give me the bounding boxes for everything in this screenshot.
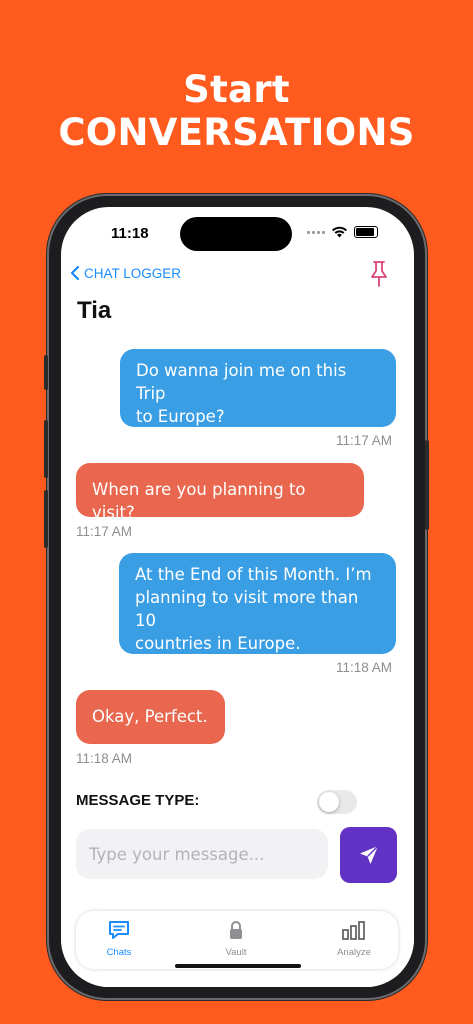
- lock-icon: [230, 921, 242, 939]
- message-timestamp: 11:17 AM: [336, 433, 393, 448]
- status-icons: [307, 226, 378, 238]
- tab-chats[interactable]: Chats: [84, 919, 154, 958]
- cellular-signal-icon: [307, 230, 325, 234]
- message-type-label: MESSAGE TYPE:: [76, 792, 200, 809]
- message-bubble-incoming[interactable]: When are you planning to visit?: [76, 463, 364, 522]
- send-icon: [359, 845, 378, 864]
- battery-icon: [354, 226, 378, 238]
- send-button[interactable]: [340, 827, 397, 883]
- message-line: Do wanna join me on this Trip: [136, 361, 347, 403]
- tab-analyze[interactable]: Analyze: [319, 919, 389, 958]
- volume-up-button: [44, 420, 48, 478]
- message-line: At the End of this Month. I’m: [135, 565, 372, 584]
- message-line: to Europe?: [136, 407, 225, 426]
- toggle-knob: [319, 792, 339, 812]
- pin-button[interactable]: [366, 259, 392, 289]
- tab-label: Analyze: [337, 947, 371, 958]
- tab-label: Chats: [106, 947, 132, 958]
- status-bar: 11:18: [61, 207, 414, 261]
- chevron-left-icon: [70, 265, 80, 281]
- message-line: When are you planning to visit?: [92, 480, 306, 522]
- tab-bar: Chats Vault Analyze: [76, 911, 398, 969]
- message-bubble-outgoing[interactable]: Do wanna join me on this Trip to Europe?: [120, 349, 396, 427]
- message-type-toggle[interactable]: [317, 790, 357, 814]
- dynamic-island: [180, 217, 292, 251]
- tab-vault[interactable]: Vault: [201, 919, 271, 958]
- message-timestamp: 11:18 AM: [336, 660, 393, 675]
- back-button[interactable]: CHAT LOGGER: [70, 265, 181, 281]
- message-bubble-incoming[interactable]: Okay, Perfect.: [76, 690, 225, 744]
- pin-icon: [371, 261, 387, 287]
- home-indicator: [175, 964, 301, 968]
- message-line: countries in Europe.: [135, 634, 301, 653]
- chat-title: Tia: [77, 297, 112, 324]
- message-bubble-outgoing[interactable]: At the End of this Month. I’m planning t…: [119, 553, 396, 654]
- chat-bubble-icon: [109, 921, 129, 939]
- volume-down-button: [44, 490, 48, 548]
- message-timestamp: 11:17 AM: [76, 524, 133, 539]
- power-button: [425, 440, 429, 530]
- back-label: CHAT LOGGER: [84, 265, 182, 281]
- nav-bar: CHAT LOGGER: [61, 261, 414, 291]
- promo-headline: Start CONVERSATIONS: [58, 68, 415, 154]
- phone-screen: 11:18 CHAT LOGGER Tia Do wanna join me o…: [61, 207, 414, 987]
- tab-label: Vault: [225, 947, 247, 958]
- message-timestamp: 11:18 AM: [76, 751, 133, 766]
- message-line: Okay, Perfect.: [92, 707, 208, 726]
- status-time: 11:18: [111, 225, 149, 242]
- wifi-icon: [332, 226, 347, 238]
- message-line: planning to visit more than 10: [135, 588, 359, 630]
- message-input[interactable]: [76, 829, 328, 879]
- action-button: [44, 355, 48, 390]
- bar-chart-icon: [342, 921, 365, 940]
